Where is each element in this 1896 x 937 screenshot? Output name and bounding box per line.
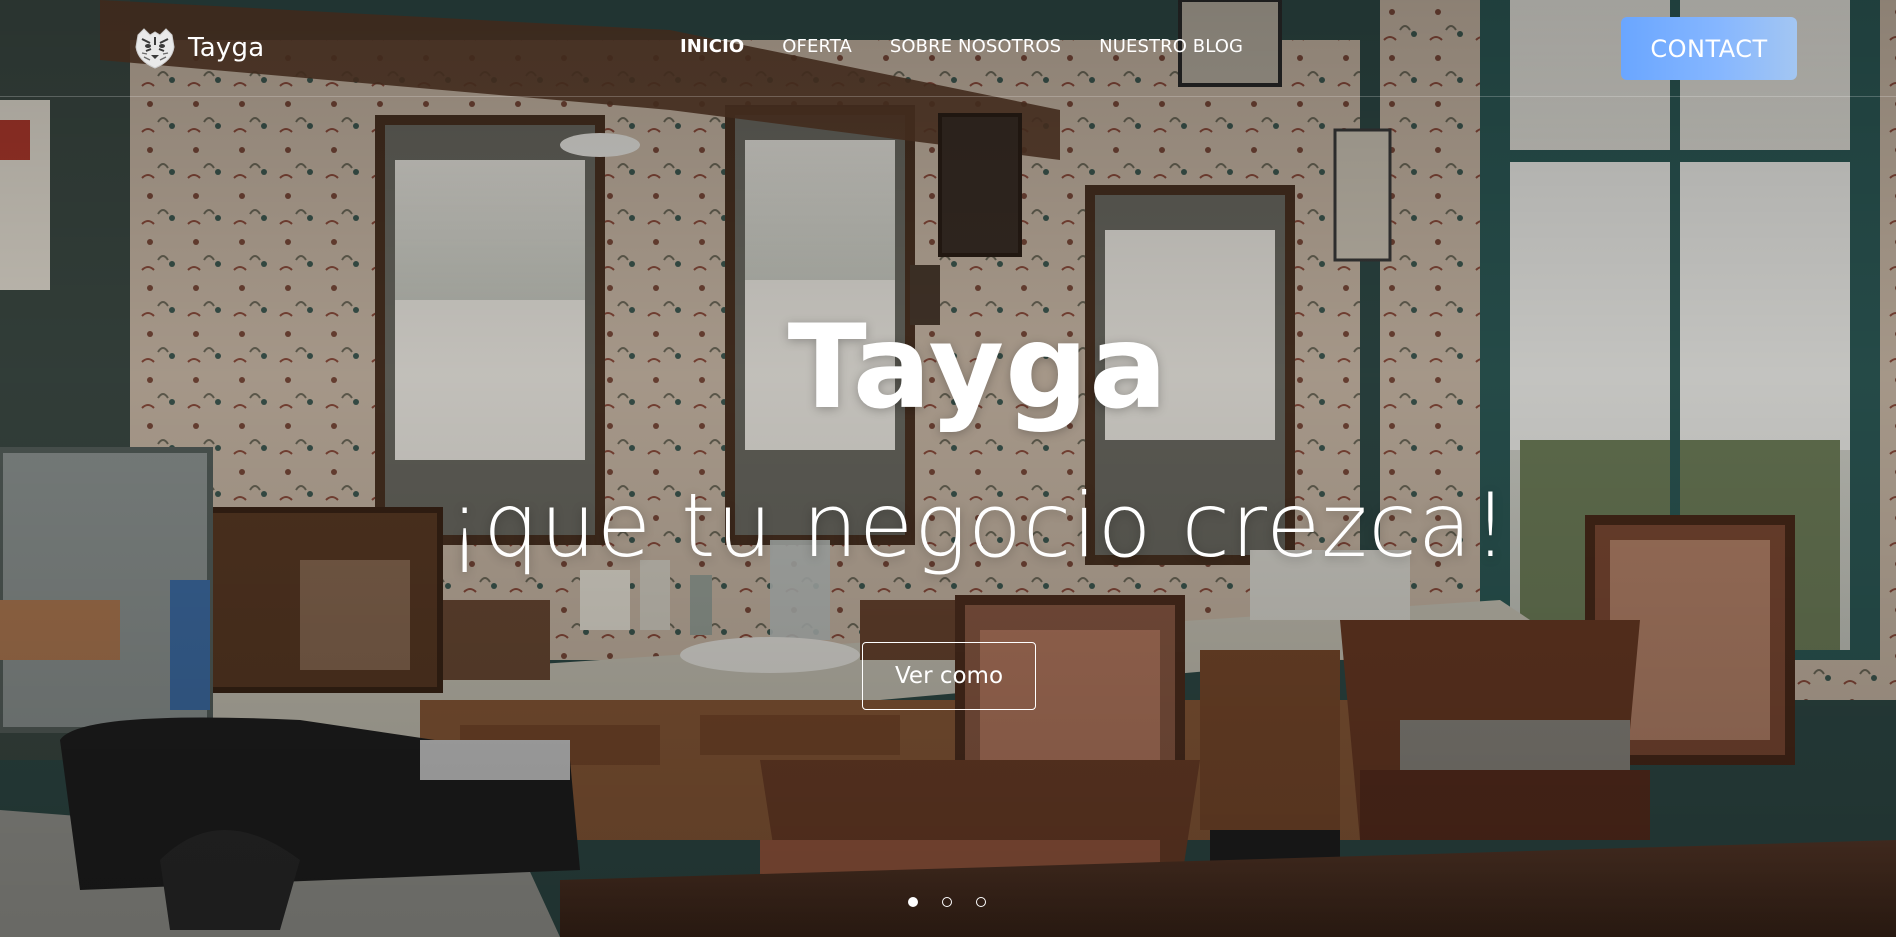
nav-item-sobre-nosotros[interactable]: SOBRE NOSOTROS [890,36,1061,57]
carousel-dot-1[interactable] [908,897,918,907]
site-header: Tayga INICIO OFERTA SOBRE NOSOTROS NUEST… [0,0,1896,97]
contact-button[interactable]: CONTACT [1621,17,1797,80]
nav-item-oferta[interactable]: OFERTA [782,36,852,57]
hero-title: Tayga [787,300,1169,435]
carousel-dot-3[interactable] [976,897,986,907]
brand-logo-link[interactable]: Tayga [132,24,264,72]
carousel-dot-2[interactable] [942,897,952,907]
tiger-head-icon [135,28,175,69]
carousel-indicators [908,897,986,907]
hero-section: Tayga INICIO OFERTA SOBRE NOSOTROS NUEST… [0,0,1896,937]
hero-subtitle: ¡que tu negocio crezca! [446,474,1510,577]
ver-como-button[interactable]: Ver como [862,642,1036,710]
nav-item-nuestro-blog[interactable]: NUESTRO BLOG [1099,36,1243,57]
main-navigation: INICIO OFERTA SOBRE NOSOTROS NUESTRO BLO… [680,36,1243,57]
nav-item-inicio[interactable]: INICIO [680,36,744,57]
brand-name: Tayga [188,33,265,63]
hero-dark-overlay [0,0,1896,937]
